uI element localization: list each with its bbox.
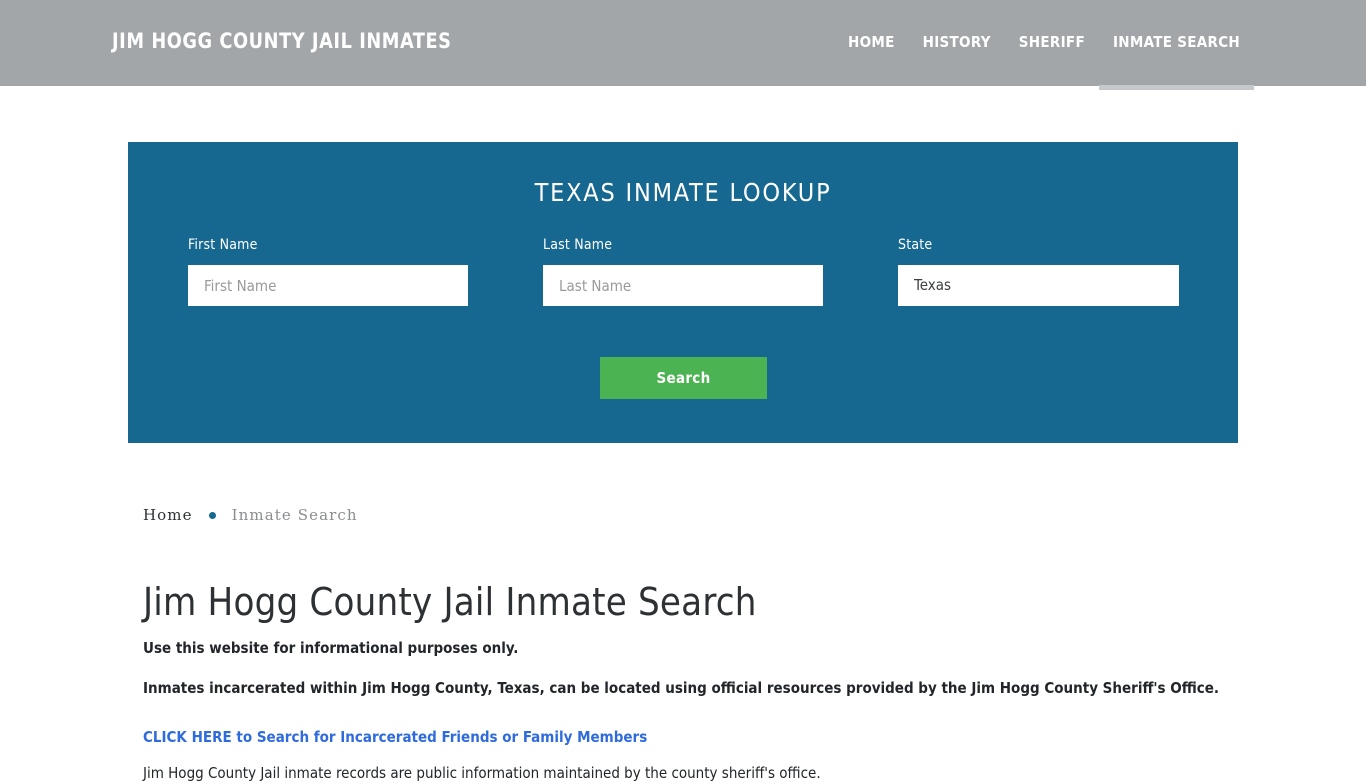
intro-paragraph: Use this website for informational purpo… xyxy=(143,639,519,657)
first-name-input[interactable] xyxy=(188,265,468,306)
breadcrumb-item-current: Inmate Search xyxy=(231,506,358,524)
inmate-search-cta-link[interactable]: CLICK HERE to Search for Incarcerated Fr… xyxy=(143,726,647,748)
first-name-label: First Name xyxy=(188,237,258,253)
last-name-label: Last Name xyxy=(543,237,613,253)
info-paragraph: Inmates incarcerated within Jim Hogg Cou… xyxy=(143,679,1220,697)
last-name-field-group: Last Name xyxy=(543,237,823,306)
state-select[interactable]: Texas xyxy=(898,265,1179,306)
inmate-lookup-panel: Texas Inmate Lookup First Name Last Name… xyxy=(128,142,1238,443)
breadcrumb-separator-dot-icon xyxy=(208,511,216,519)
site-header: Jim Hogg County Jail Inmates Home Histor… xyxy=(0,0,1366,90)
last-name-input[interactable] xyxy=(543,265,823,306)
nav-item-inmate-search[interactable]: Inmate Search xyxy=(1098,0,1255,90)
nav-item-history[interactable]: History xyxy=(909,0,1005,86)
state-label: State xyxy=(898,237,933,253)
breadcrumb: Home Inmate Search xyxy=(143,506,358,524)
search-button[interactable]: Search xyxy=(600,357,767,399)
lookup-panel-title: Texas Inmate Lookup xyxy=(534,178,832,207)
site-brand-title: Jim Hogg County Jail Inmates xyxy=(112,29,452,53)
page-title: Jim Hogg County Jail Inmate Search xyxy=(143,580,757,624)
state-field-group: State Texas xyxy=(898,237,1179,306)
breadcrumb-item-home[interactable]: Home xyxy=(143,506,193,524)
main-navigation: Home History Sheriff Inmate Search xyxy=(834,0,1255,90)
records-paragraph: Jim Hogg County Jail inmate records are … xyxy=(143,764,821,782)
nav-item-home[interactable]: Home xyxy=(834,0,909,86)
nav-item-sheriff[interactable]: Sheriff xyxy=(1005,0,1099,86)
first-name-field-group: First Name xyxy=(188,237,468,306)
